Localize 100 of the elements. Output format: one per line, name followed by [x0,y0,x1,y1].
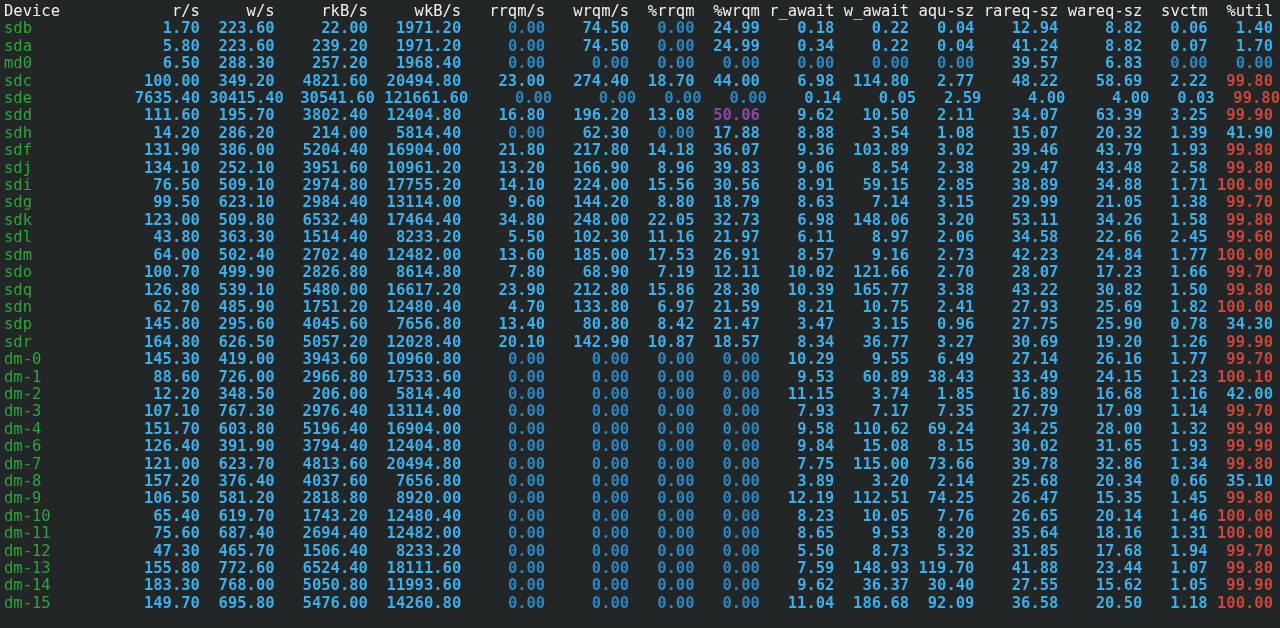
table-cell-text: 1751.20 [301,298,368,317]
table-cell-text: 1.77 [1169,246,1208,265]
table-cell-text: 1.93 [1169,438,1208,456]
table-cell-text: 24.99 [712,20,760,38]
table-cell-text: 12404.80 [385,107,462,125]
device-name: sdl [4,229,33,247]
table-cell-text: 286.20 [217,124,275,143]
table-cell-text: 30415.40 [208,90,282,108]
table-cell-text: 20.10 [497,333,546,352]
table-cell-text: 14260.80 [385,594,462,613]
table-cell-text: 0.00 [936,55,975,73]
table-cell-text: 1.26 [1169,333,1208,352]
table-cell-text: 99.80 [1225,560,1273,578]
table-cell-text: 1506.40 [301,542,368,560]
table-cell-text: 69.24 [926,420,975,439]
column-header: aqu-sz [917,3,975,21]
device-name: sda [4,37,33,56]
table-cell-text: 0.00 [656,507,695,526]
table-cell-text: 206.00 [310,385,368,404]
table-cell-text: 0.00 [590,455,630,473]
table-cell-text: 42.23 [1010,246,1059,265]
device-name: sdg [4,194,33,212]
table-cell-text: 0.03 [1176,90,1215,108]
device-name: sdh [4,124,33,143]
table-cell-text: 6.50 [161,55,200,73]
table-cell-text: 16904.00 [385,142,462,160]
table-cell-text: 0.00 [1169,55,1208,73]
table-cell-text: 17.68 [1094,542,1143,560]
table-cell-text: 36.58 [1010,594,1059,613]
table-cell-text: 32.86 [1094,455,1143,473]
table-cell-text: 3794.40 [301,438,368,456]
table-cell-text: 100.70 [142,264,200,282]
table-cell-text: 3.38 [936,281,975,299]
table-cell-text: 12482.00 [385,246,462,265]
table-cell-text: 2984.40 [301,194,368,212]
table-cell-text: 4037.60 [301,472,368,491]
table-cell-text: 2.73 [936,246,975,265]
table-cell-text: 39.57 [1010,55,1059,73]
table-cell-text: 239.20 [310,37,368,56]
table-cell-text: 10.29 [786,351,835,369]
table-cell-text: 248.00 [572,211,630,230]
table-cell-text: 214.00 [310,124,368,143]
table-cell-text: 18.70 [646,72,695,91]
table-cell-text: 145.30 [142,351,200,369]
table-cell-text: 1.34 [1169,455,1208,473]
table-cell-text: 99.70 [1225,542,1273,560]
table-cell-text: 13114.00 [385,403,462,421]
table-cell-text: 13.20 [497,159,546,178]
table-cell-text: 0.00 [656,542,695,560]
table-cell-text: 0.00 [590,577,630,595]
table-cell-text: 10961.20 [385,159,462,178]
table-cell-text: 0.00 [590,403,630,421]
table-cell-text: 43.79 [1094,142,1143,160]
table-cell-text: 39.83 [712,159,760,178]
device-name: md0 [4,55,33,73]
table-cell-text: 509.80 [217,211,275,230]
table-cell-text: 0.96 [936,316,975,334]
table-cell-text: 6.11 [796,229,835,247]
table-cell-text: 121.00 [142,455,200,473]
table-cell-text: 11.04 [786,594,835,613]
device-name: sdb [4,20,33,38]
table-cell-text: 186.68 [852,594,910,613]
table-cell-text: 99.80 [1225,490,1273,508]
device-name: dm-13 [4,560,52,578]
table-cell-text: 80.80 [581,316,630,334]
table-cell-text: 100.00 [1216,246,1273,265]
table-cell-text: 131.90 [142,142,200,160]
table-cell-text: 21.80 [497,142,546,160]
table-cell-text: 3.20 [870,472,910,491]
table-cell-text: 20.32 [1094,124,1143,143]
table-cell-text: 726.00 [217,368,275,386]
table-cell-text: 619.70 [217,507,275,526]
table-cell-text: 15.08 [861,438,910,456]
table-cell-text: 100.00 [1216,594,1273,613]
table-cell-text: 772.60 [217,560,275,578]
table-cell-text: 99.80 [1225,211,1273,230]
device-name: dm-2 [4,385,43,404]
device-name: sde [4,90,33,108]
table-cell-text: 0.00 [656,124,695,143]
table-cell-text: 3.15 [936,194,975,212]
table-cell-text: 21.97 [712,229,760,247]
device-name: dm-11 [4,525,52,543]
table-cell-text: 502.40 [217,246,275,265]
table-cell-text: 6.49 [936,351,975,369]
device-name: sdj [4,159,33,178]
table-cell-text: 50.06 [712,107,760,125]
table-cell-text: 2694.40 [301,525,368,543]
table-cell-text: 107.10 [142,403,200,421]
table-cell-text: 114.80 [852,72,910,91]
device-name: sdf [4,142,33,160]
table-cell-text: 2976.40 [301,403,368,421]
table-cell-text: 485.90 [217,298,275,317]
table-cell-text: 3.02 [936,142,975,160]
table-cell-text: 252.10 [217,159,275,178]
table-cell-text: 16904.00 [385,420,462,439]
table-cell-text: 36.77 [861,333,910,352]
table-cell-text: 99.80 [1225,72,1273,91]
device-name: dm-15 [4,594,52,613]
column-header: %wrqm [712,3,760,21]
table-cell-text: 7.76 [936,507,975,526]
